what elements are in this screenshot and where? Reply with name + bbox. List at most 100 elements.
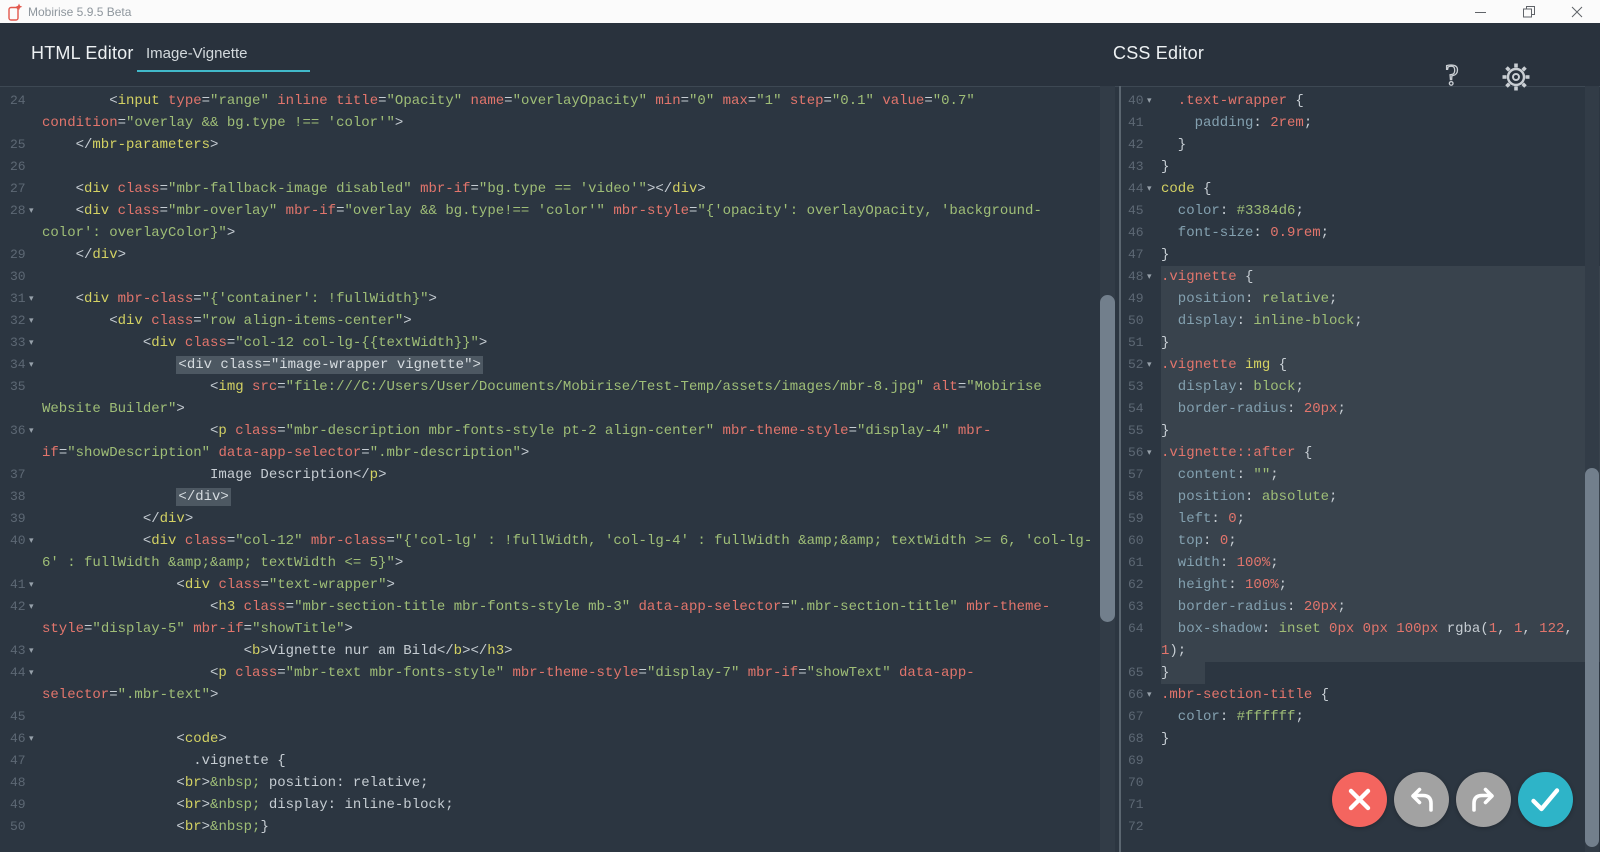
code-text[interactable]: box-shadow: inset 0px 0px 100px rgba(1, … bbox=[1161, 618, 1600, 640]
code-line[interactable]: style="display-5" mbr-if="showTitle"> bbox=[0, 618, 1119, 640]
code-text[interactable]: <b>Vignette nur am Bild</b></h3> bbox=[42, 640, 1119, 662]
code-text[interactable]: } bbox=[1161, 728, 1600, 750]
code-line[interactable]: 45 bbox=[0, 706, 1119, 728]
code-line[interactable]: 64 box-shadow: inset 0px 0px 100px rgba(1… bbox=[1121, 618, 1600, 640]
code-line[interactable]: 60 top: 0; bbox=[1121, 530, 1600, 552]
code-text[interactable]: <br>&nbsp; position: relative; bbox=[42, 772, 1119, 794]
redo-button[interactable] bbox=[1456, 772, 1511, 827]
code-text[interactable]: } bbox=[1161, 332, 1600, 354]
code-line[interactable]: 44 ▾ code { bbox=[1121, 178, 1600, 200]
code-text[interactable]: .vignette { bbox=[1161, 266, 1600, 288]
code-text[interactable]: .vignette img { bbox=[1161, 354, 1600, 376]
code-text[interactable] bbox=[42, 156, 1119, 178]
code-line[interactable]: 47 .vignette { bbox=[0, 750, 1119, 772]
code-line[interactable]: 61 width: 100%; bbox=[1121, 552, 1600, 574]
code-text[interactable]: condition="overlay && bg.type !== 'color… bbox=[42, 112, 1119, 134]
fold-arrow-icon[interactable]: ▾ bbox=[1147, 354, 1159, 376]
html-scrollbar-track[interactable] bbox=[1100, 86, 1115, 852]
code-text[interactable]: border-radius: 20px; bbox=[1161, 398, 1600, 420]
code-line[interactable]: 59 left: 0; bbox=[1121, 508, 1600, 530]
code-text[interactable]: } bbox=[1161, 420, 1600, 442]
code-line[interactable]: 43} bbox=[1121, 156, 1600, 178]
code-text[interactable]: width: 100%; bbox=[1161, 552, 1600, 574]
code-text[interactable]: </div> bbox=[42, 486, 1119, 508]
code-line[interactable]: 65} bbox=[1121, 662, 1600, 684]
code-line[interactable]: 48 <br>&nbsp; position: relative; bbox=[0, 772, 1119, 794]
fold-arrow-icon[interactable]: ▾ bbox=[29, 596, 41, 618]
code-text[interactable]: </mbr-parameters> bbox=[42, 134, 1119, 156]
restore-icon[interactable] bbox=[1520, 4, 1538, 20]
code-text[interactable]: } bbox=[1161, 662, 1600, 684]
code-text[interactable]: } bbox=[1161, 134, 1600, 156]
fold-arrow-icon[interactable]: ▾ bbox=[29, 354, 41, 376]
fold-arrow-icon[interactable]: ▾ bbox=[29, 640, 41, 662]
code-text[interactable]: top: 0; bbox=[1161, 530, 1600, 552]
fold-arrow-icon[interactable]: ▾ bbox=[29, 200, 41, 222]
code-line[interactable]: 49 <br>&nbsp; display: inline-block; bbox=[0, 794, 1119, 816]
minimize-icon[interactable] bbox=[1472, 4, 1490, 20]
css-editor-panel[interactable]: 40 ▾ .text-wrapper {41 padding: 2rem; 42} 43}… bbox=[1121, 86, 1600, 852]
code-text[interactable]: <img src="file:///C:/Users/User/Document… bbox=[42, 376, 1119, 398]
code-text[interactable]: height: 100%; bbox=[1161, 574, 1600, 596]
fold-arrow-icon[interactable]: ▾ bbox=[29, 288, 41, 310]
fold-arrow-icon[interactable]: ▾ bbox=[1147, 684, 1159, 706]
code-line[interactable]: 1); bbox=[1121, 640, 1600, 662]
code-text[interactable]: } bbox=[1161, 156, 1600, 178]
code-line[interactable]: 27 <div class="mbr-fallback-image disable… bbox=[0, 178, 1119, 200]
code-text[interactable]: color': overlayColor}"> bbox=[42, 222, 1119, 244]
code-line[interactable]: 33 ▾ <div class="col-12 col-lg-{{textWidth… bbox=[0, 332, 1119, 354]
code-line[interactable]: 37 Image Description</p> bbox=[0, 464, 1119, 486]
html-editor-panel[interactable]: 24 <input type="range" inline title="Opac… bbox=[0, 86, 1121, 852]
code-line[interactable]: 54 border-radius: 20px; bbox=[1121, 398, 1600, 420]
code-text[interactable]: font-size: 0.9rem; bbox=[1161, 222, 1600, 244]
code-line[interactable]: 38 </div> bbox=[0, 486, 1119, 508]
code-line[interactable]: 39 </div> bbox=[0, 508, 1119, 530]
code-line[interactable]: 46 font-size: 0.9rem; bbox=[1121, 222, 1600, 244]
code-line[interactable]: 50 <br>&nbsp;} bbox=[0, 816, 1119, 838]
fold-arrow-icon[interactable]: ▾ bbox=[29, 420, 41, 442]
code-line[interactable]: 44 ▾ <p class="mbr-text mbr-fonts-style" m… bbox=[0, 662, 1119, 684]
code-line[interactable]: 55} bbox=[1121, 420, 1600, 442]
code-text[interactable]: .mbr-section-title { bbox=[1161, 684, 1600, 706]
code-line[interactable]: 58 position: absolute; bbox=[1121, 486, 1600, 508]
code-text[interactable]: if="showDescription" data-app-selector="… bbox=[42, 442, 1119, 464]
code-line[interactable]: 46 ▾ <code> bbox=[0, 728, 1119, 750]
code-line[interactable]: 30 bbox=[0, 266, 1119, 288]
code-line[interactable]: 63 border-radius: 20px; bbox=[1121, 596, 1600, 618]
code-line[interactable]: 53 display: block; bbox=[1121, 376, 1600, 398]
code-line[interactable]: 41 ▾ <div class="text-wrapper"> bbox=[0, 574, 1119, 596]
code-line[interactable]: 24 <input type="range" inline title="Opac… bbox=[0, 90, 1119, 112]
code-line[interactable]: 68} bbox=[1121, 728, 1600, 750]
code-line[interactable]: 31 ▾ <div mbr-class="{'container': !fullWi… bbox=[0, 288, 1119, 310]
code-line[interactable]: 67 color: #ffffff; bbox=[1121, 706, 1600, 728]
code-text[interactable]: Website Builder"> bbox=[42, 398, 1119, 420]
code-text[interactable]: display: block; bbox=[1161, 376, 1600, 398]
fold-arrow-icon[interactable]: ▾ bbox=[29, 728, 41, 750]
code-text[interactable]: color: #3384d6; bbox=[1161, 200, 1600, 222]
code-line[interactable]: 47} bbox=[1121, 244, 1600, 266]
code-text[interactable]: selector=".mbr-text"> bbox=[42, 684, 1119, 706]
code-line[interactable]: 28 ▾ <div class="mbr-overlay" mbr-if="over… bbox=[0, 200, 1119, 222]
code-text[interactable]: <p class="mbr-description mbr-fonts-styl… bbox=[42, 420, 1119, 442]
code-text[interactable]: <div class="col-12 col-lg-{{textWidth}}"… bbox=[42, 332, 1119, 354]
code-text[interactable]: <h3 class="mbr-section-title mbr-fonts-s… bbox=[42, 596, 1119, 618]
code-line[interactable]: 35 <img src="file:///C:/Users/User/Docume… bbox=[0, 376, 1119, 398]
code-text[interactable]: code { bbox=[1161, 178, 1600, 200]
apply-button[interactable] bbox=[1518, 772, 1573, 827]
fold-arrow-icon[interactable]: ▾ bbox=[29, 662, 41, 684]
code-text[interactable]: <div class="row align-items-center"> bbox=[42, 310, 1119, 332]
code-line[interactable]: 51} bbox=[1121, 332, 1600, 354]
tab-image-vignette[interactable]: Image-Vignette bbox=[146, 45, 247, 62]
code-text[interactable] bbox=[42, 266, 1119, 288]
code-text[interactable]: Image Description</p> bbox=[42, 464, 1119, 486]
code-text[interactable]: <br>&nbsp; display: inline-block; bbox=[42, 794, 1119, 816]
code-line[interactable]: 36 ▾ <p class="mbr-description mbr-fonts-s… bbox=[0, 420, 1119, 442]
fold-arrow-icon[interactable]: ▾ bbox=[1147, 266, 1159, 288]
undo-button[interactable] bbox=[1394, 772, 1449, 827]
code-line[interactable]: if="showDescription" data-app-selector="… bbox=[0, 442, 1119, 464]
code-line[interactable]: 48 ▾ .vignette { bbox=[1121, 266, 1600, 288]
fold-arrow-icon[interactable]: ▾ bbox=[29, 332, 41, 354]
code-text[interactable]: color: #ffffff; bbox=[1161, 706, 1600, 728]
code-line[interactable]: condition="overlay && bg.type !== 'color… bbox=[0, 112, 1119, 134]
code-text[interactable]: <br>&nbsp;} bbox=[42, 816, 1119, 838]
